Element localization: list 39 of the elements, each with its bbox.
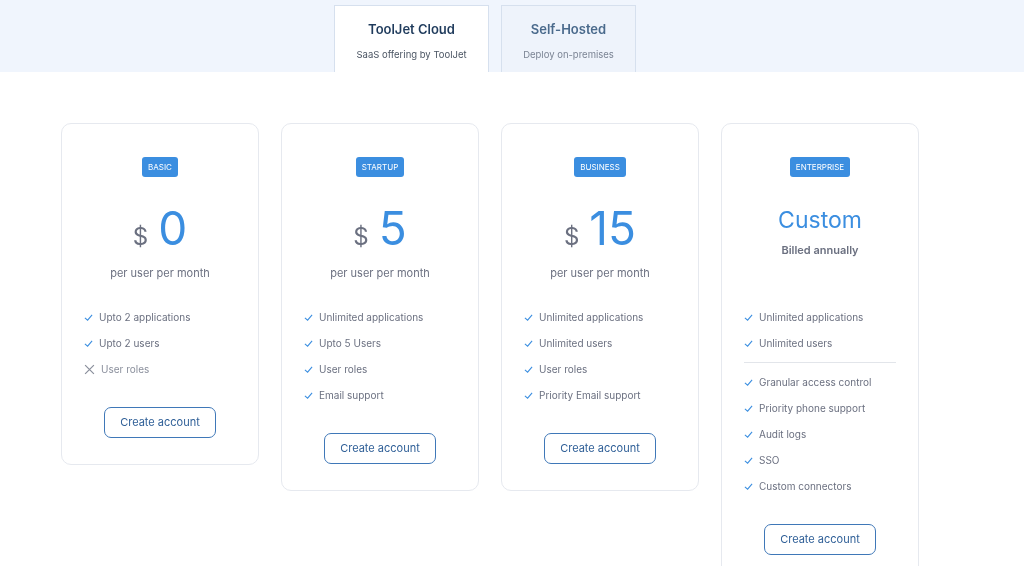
feature-text: Priority Email support	[539, 387, 641, 403]
create-account-button[interactable]: Create account	[104, 407, 216, 438]
feature-text: Unlimited users	[759, 335, 833, 351]
price-caption: per user per month	[110, 265, 210, 282]
feature-text: SSO	[759, 452, 780, 468]
feature-text: Upto 2 users	[99, 335, 160, 351]
create-account-button[interactable]: Create account	[544, 433, 656, 464]
feature-text: User roles	[319, 361, 368, 377]
feature-text: Granular access control	[759, 374, 872, 390]
feature-text: Unlimited applications	[539, 309, 644, 325]
price-amount: 5	[378, 205, 407, 251]
plan-badge: ENTERPRISE	[789, 157, 851, 177]
feature-text: User roles	[101, 361, 150, 377]
feature-text: Unlimited applications	[319, 309, 424, 325]
price-caption: per user per month	[330, 265, 430, 282]
plan-tab[interactable]: ToolJet Cloud SaaS offering by ToolJet	[334, 5, 489, 72]
create-account-button[interactable]: Create account	[764, 524, 876, 555]
price-caption: per user per month	[550, 265, 650, 282]
feature-text: User roles	[539, 361, 588, 377]
feature-text: Audit logs	[759, 426, 807, 442]
price-amount: Custom	[778, 209, 862, 232]
plan-badge: STARTUP	[355, 157, 405, 177]
create-account-button[interactable]: Create account	[324, 433, 436, 464]
plan-badge: BUSINESS	[574, 157, 626, 177]
price-amount: 15	[589, 205, 637, 251]
plan-badge: BASIC	[142, 157, 178, 177]
feature-text: Unlimited applications	[759, 309, 864, 325]
price-caption: Billed annually	[781, 242, 859, 259]
currency-symbol: $	[353, 225, 369, 249]
currency-symbol: $	[563, 225, 580, 249]
currency-symbol: $	[132, 225, 149, 249]
feature-text: Priority phone support	[759, 400, 866, 416]
feature-text: Upto 5 Users	[319, 335, 382, 351]
plan-tab[interactable]: Self-Hosted Deploy on-premises	[501, 5, 636, 72]
feature-text: Unlimited users	[539, 335, 613, 351]
feature-text: Email support	[319, 387, 384, 403]
feature-text: Upto 2 applications	[99, 309, 191, 325]
price-amount: 0	[158, 205, 188, 251]
feature-text: Custom connectors	[759, 478, 852, 494]
